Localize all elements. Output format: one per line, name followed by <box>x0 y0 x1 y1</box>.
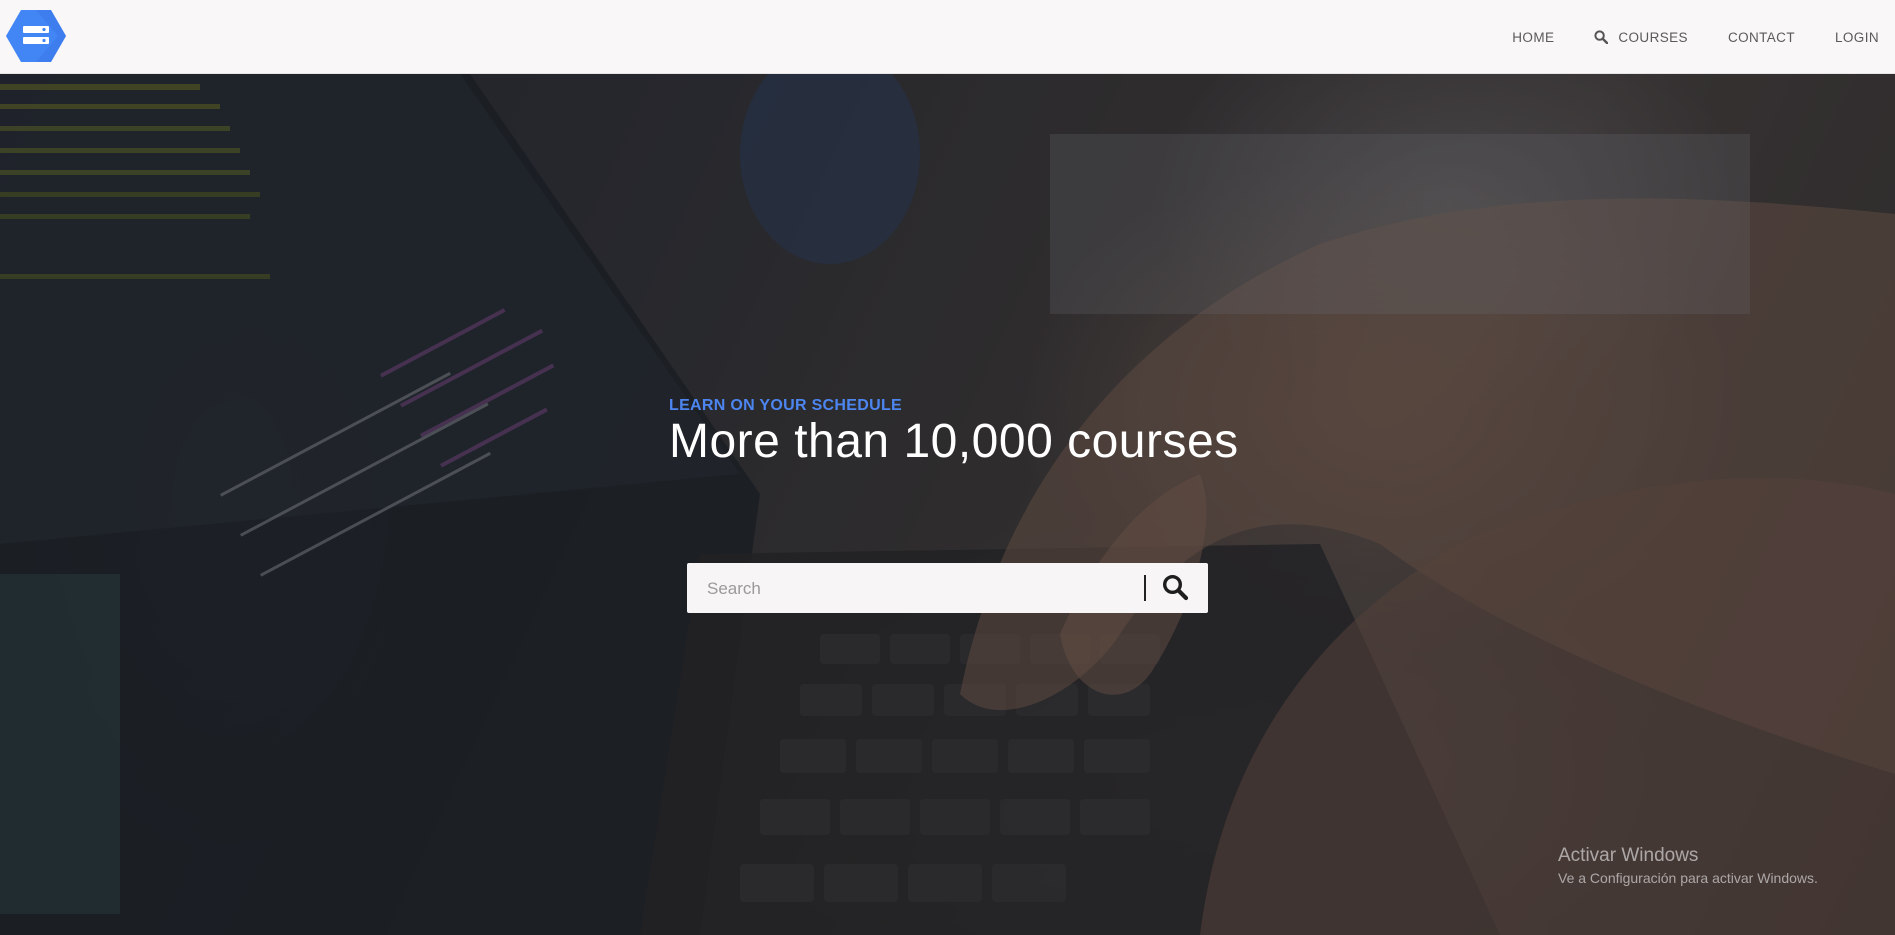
nav-login-label: LOGIN <box>1834 29 1879 45</box>
main-nav: HOME COURSES CONTACT LOGIN <box>1472 0 1879 74</box>
course-search-input[interactable] <box>705 563 1129 615</box>
course-search-bar <box>687 563 1208 615</box>
top-navbar: HOME COURSES CONTACT LOGIN <box>0 0 1895 74</box>
nav-home-link[interactable]: HOME <box>1512 30 1554 45</box>
hero-dark-overlay <box>0 74 1895 935</box>
nav-home-label: HOME <box>1512 29 1555 45</box>
search-divider <box>1144 575 1146 601</box>
nav-login-link[interactable]: LOGIN <box>1835 30 1879 45</box>
hero-eyebrow-text: LEARN ON YOUR SCHEDULE <box>669 397 902 414</box>
hero-title: More than 10,000 courses <box>669 415 1239 468</box>
watermark-subtitle: Ve a Configuración para activar Windows. <box>1558 870 1818 886</box>
nav-courses-label: COURSES <box>1618 29 1688 45</box>
hero-section: LEARN ON YOUR SCHEDULE More than 10,000 … <box>0 74 1895 935</box>
search-icon <box>1594 30 1609 45</box>
windows-activation-watermark: Activar Windows Ve a Configuración para … <box>1558 844 1818 888</box>
watermark-title: Activar Windows <box>1558 845 1699 866</box>
nav-contact-label: CONTACT <box>1727 29 1795 45</box>
cloud-storage-logo-icon[interactable] <box>6 8 66 64</box>
nav-courses-link[interactable]: COURSES <box>1594 30 1688 45</box>
nav-contact-link[interactable]: CONTACT <box>1728 30 1795 45</box>
search-icon <box>1161 574 1189 604</box>
search-submit-button[interactable] <box>1157 572 1193 604</box>
